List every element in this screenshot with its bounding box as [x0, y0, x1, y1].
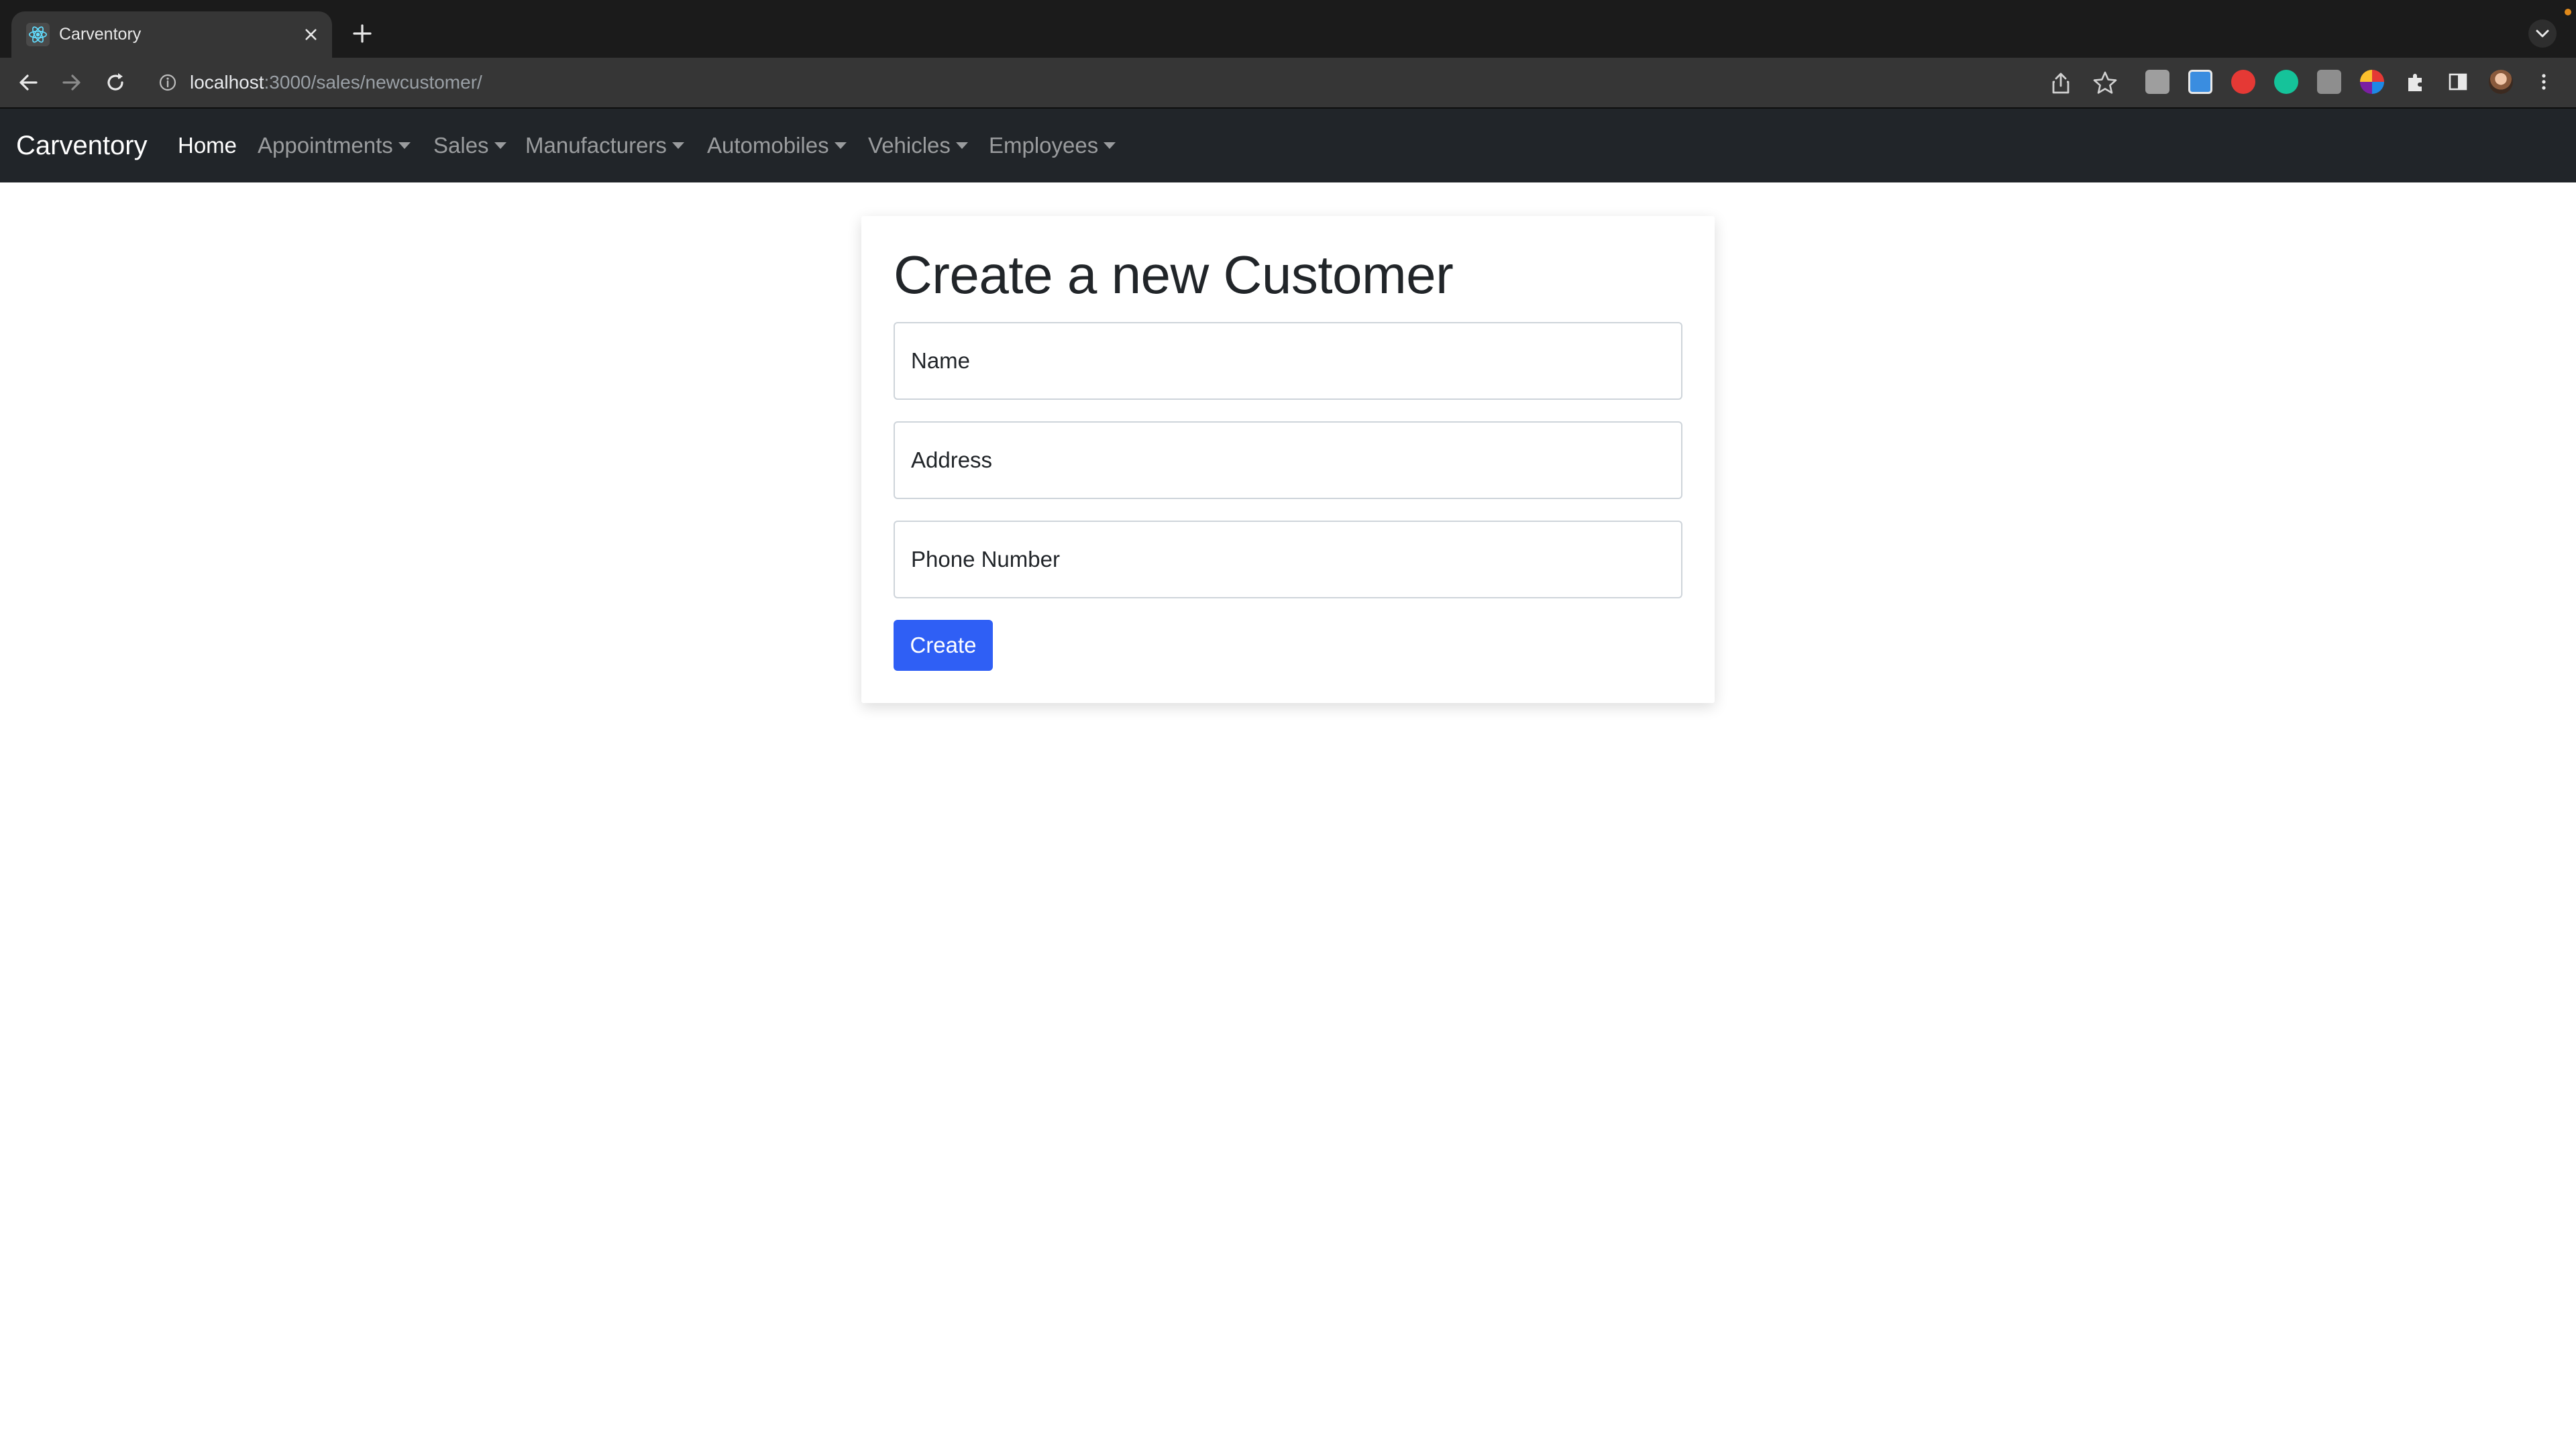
nav-automobiles-label: Automobiles: [707, 133, 829, 158]
nav-home[interactable]: Home: [178, 109, 237, 182]
phone-number-input[interactable]: [895, 522, 1681, 597]
url-path: :3000/sales/newcustomer/: [264, 72, 482, 93]
extension-window-icon[interactable]: [2188, 70, 2212, 94]
forward-icon[interactable]: [58, 69, 85, 96]
address-bar[interactable]: localhost:3000/sales/newcustomer/: [149, 64, 2102, 101]
url-host: localhost: [190, 72, 264, 93]
nav-sales-dropdown[interactable]: Sales: [433, 109, 506, 182]
nav-employees-dropdown[interactable]: Employees: [989, 109, 1116, 182]
address-field[interactable]: [894, 421, 1682, 499]
extensions-icon[interactable]: [2403, 70, 2427, 94]
grammarly-icon[interactable]: [2274, 70, 2298, 94]
tab-search-button[interactable]: [2528, 19, 2557, 48]
name-input[interactable]: [895, 323, 1681, 398]
create-button[interactable]: Create: [894, 620, 993, 671]
browser-tab-strip: Carventory: [0, 0, 2576, 58]
star-icon[interactable]: [2091, 69, 2119, 97]
extension-red-icon[interactable]: [2231, 70, 2255, 94]
page-title: Create a new Customer: [894, 245, 1454, 305]
kebab-menu-icon[interactable]: [2532, 70, 2556, 94]
url-text: localhost:3000/sales/newcustomer/: [190, 64, 482, 101]
react-favicon-icon: [26, 23, 50, 46]
caret-down-icon: [834, 142, 847, 149]
nav-employees-label: Employees: [989, 133, 1099, 158]
nav-manufacturers-label: Manufacturers: [525, 133, 667, 158]
address-input[interactable]: [895, 423, 1681, 498]
nav-appointments-label: Appointments: [258, 133, 393, 158]
nav-sales-label: Sales: [433, 133, 489, 158]
chevron-down-icon: [2536, 30, 2549, 38]
nav-automobiles-dropdown[interactable]: Automobiles: [707, 109, 847, 182]
name-field[interactable]: [894, 322, 1682, 400]
caret-down-icon: [672, 142, 684, 149]
close-icon[interactable]: [299, 23, 323, 46]
nav-vehicles-label: Vehicles: [868, 133, 951, 158]
info-icon[interactable]: [158, 73, 177, 92]
notification-dot: [2565, 9, 2571, 15]
nav-manufacturers-dropdown[interactable]: Manufacturers: [525, 109, 684, 182]
create-customer-card: Create a new Customer Create: [861, 216, 1715, 703]
phone-number-field[interactable]: [894, 521, 1682, 598]
side-panel-icon[interactable]: [2446, 70, 2470, 94]
extension-color-icon[interactable]: [2360, 70, 2384, 94]
nav-vehicles-dropdown[interactable]: Vehicles: [868, 109, 968, 182]
app-navbar: Carventory Home Appointments Sales Manuf…: [0, 109, 2576, 182]
back-icon[interactable]: [15, 69, 42, 96]
plus-icon[interactable]: [349, 20, 376, 47]
reload-icon[interactable]: [102, 69, 129, 96]
browser-tab[interactable]: Carventory: [11, 11, 332, 58]
extension-bolt-icon[interactable]: [2317, 70, 2341, 94]
nav-appointments-dropdown[interactable]: Appointments: [258, 109, 411, 182]
share-icon[interactable]: [2047, 70, 2074, 97]
extension-grey-icon[interactable]: [2145, 70, 2169, 94]
navbar-brand[interactable]: Carventory: [16, 109, 148, 182]
caret-down-icon: [1104, 142, 1116, 149]
profile-avatar[interactable]: [2489, 70, 2513, 94]
caret-down-icon: [494, 142, 506, 149]
tab-title: Carventory: [59, 25, 142, 44]
caret-down-icon: [398, 142, 411, 149]
caret-down-icon: [955, 142, 968, 149]
nav-home-label: Home: [178, 133, 237, 158]
